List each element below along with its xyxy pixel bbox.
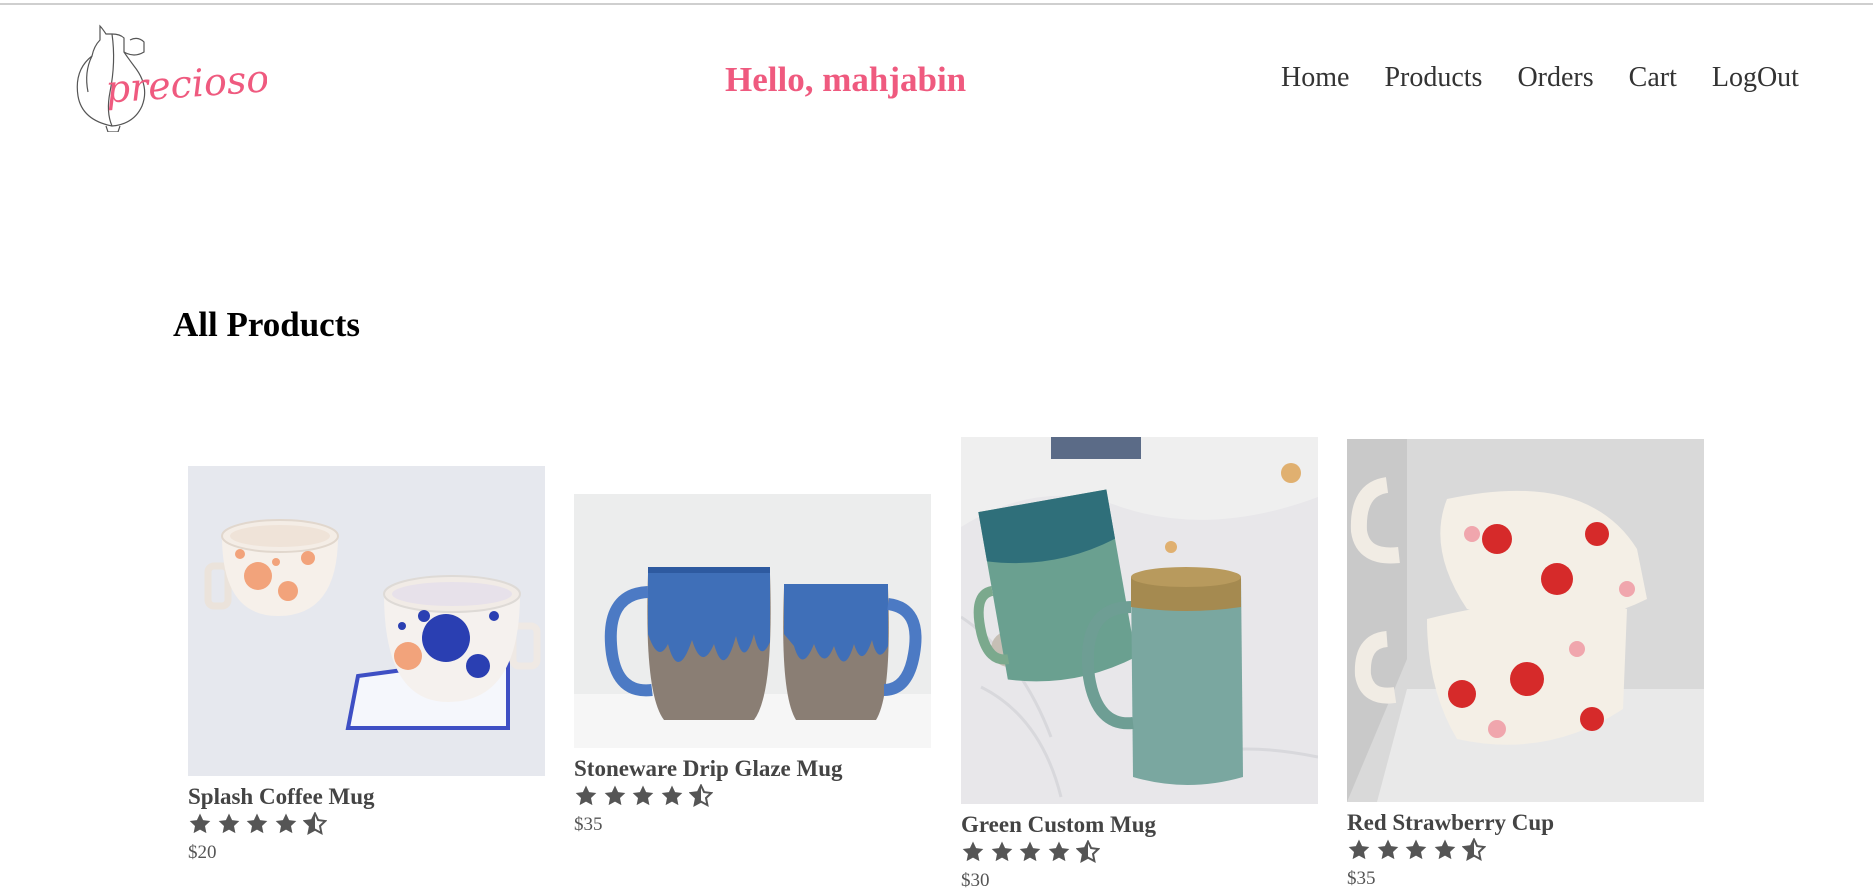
star-full-icon — [1348, 839, 1370, 860]
logo-wordmark: precioso — [104, 56, 267, 111]
splash-mugs-photo[interactable] — [188, 466, 545, 776]
rating-stars — [188, 812, 545, 838]
nav-logout[interactable]: LogOut — [1712, 62, 1799, 94]
star-half-icon — [688, 784, 713, 808]
product-name[interactable]: Stoneware Drip Glaze Mug — [574, 754, 931, 784]
rating-stars — [1347, 838, 1704, 864]
star-full-icon — [275, 813, 297, 834]
nav-home[interactable]: Home — [1281, 62, 1349, 94]
top-border — [0, 3, 1873, 5]
star-full-icon — [962, 841, 984, 862]
nav-orders[interactable]: Orders — [1517, 62, 1593, 94]
star-full-icon — [189, 813, 211, 834]
nav-products[interactable]: Products — [1384, 62, 1482, 94]
product-name[interactable]: Green Custom Mug — [961, 810, 1318, 840]
product-card[interactable]: Green Custom Mug $30 — [961, 437, 1318, 894]
product-name[interactable]: Splash Coffee Mug — [188, 782, 545, 812]
star-half-icon — [1075, 840, 1100, 864]
product-price: $20 — [188, 842, 217, 863]
star-full-icon — [604, 785, 625, 806]
product-name[interactable]: Red Strawberry Cup — [1347, 808, 1704, 838]
star-full-icon — [1020, 841, 1041, 862]
drip-glaze-mugs-photo[interactable] — [574, 494, 931, 748]
brand-logo[interactable]: precioso — [72, 22, 270, 133]
main-nav: Home Products Orders Cart LogOut — [1281, 62, 1799, 94]
star-full-icon — [1048, 841, 1070, 862]
product-price: $30 — [961, 870, 990, 891]
star-full-icon — [218, 813, 239, 834]
user-greeting: Hello, mahjabin — [725, 60, 967, 99]
star-full-icon — [991, 841, 1012, 862]
star-full-icon — [575, 785, 597, 806]
star-half-icon — [302, 812, 327, 836]
product-card[interactable]: Red Strawberry Cup $35 — [1347, 439, 1704, 892]
star-full-icon — [633, 785, 654, 806]
product-price: $35 — [1347, 868, 1376, 889]
vase-icon: precioso — [76, 24, 270, 133]
product-card[interactable]: Stoneware Drip Glaze Mug $35 — [574, 494, 931, 838]
green-mugs-photo[interactable] — [961, 437, 1318, 804]
star-half-icon — [1461, 838, 1486, 862]
product-card[interactable]: Splash Coffee Mug $20 — [188, 466, 545, 866]
strawberry-cups-photo[interactable] — [1347, 439, 1704, 802]
star-full-icon — [661, 785, 683, 806]
star-full-icon — [1434, 839, 1456, 860]
star-full-icon — [1377, 839, 1398, 860]
product-price: $35 — [574, 814, 603, 835]
star-full-icon — [247, 813, 268, 834]
rating-stars — [574, 784, 931, 810]
page-title: All Products — [173, 305, 360, 344]
nav-cart[interactable]: Cart — [1629, 62, 1677, 94]
rating-stars — [961, 840, 1318, 866]
star-full-icon — [1406, 839, 1427, 860]
